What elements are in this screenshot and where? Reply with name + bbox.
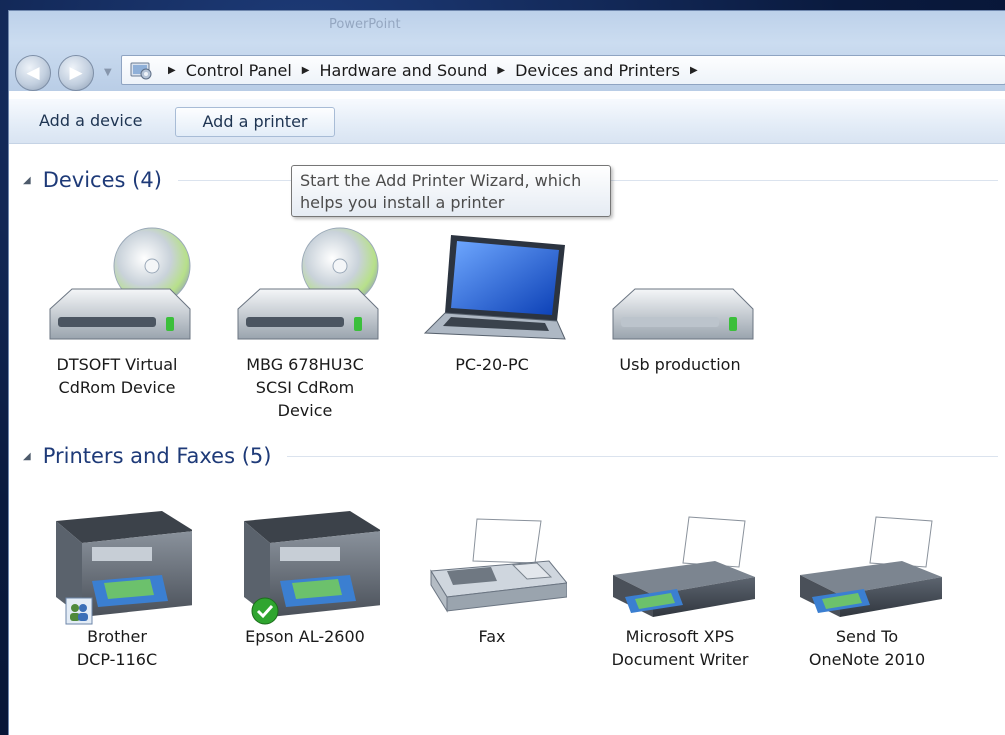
command-bar: Add a device Add a printer (9, 99, 1005, 144)
forward-button[interactable]: ▶ (58, 55, 94, 91)
back-arrow-icon: ◀ (26, 63, 40, 83)
device-label: PC-20-PC (455, 355, 529, 374)
section-divider (287, 455, 998, 457)
drive-icon (612, 288, 754, 340)
shared-users-badge-icon (65, 597, 93, 625)
breadcrumb-control-panel[interactable]: Control Panel (186, 61, 292, 80)
device-label: Usb production (619, 355, 741, 374)
printer-label: Microsoft XPS Document Writer (611, 627, 749, 669)
cdrom-drive-icon (49, 227, 191, 340)
device-item[interactable]: MBG 678HU3C SCSI CdRom Device (223, 221, 387, 422)
printer-item[interactable]: Microsoft XPS Document Writer (598, 501, 762, 671)
device-label: MBG 678HU3C SCSI CdRom Device (246, 355, 364, 420)
printer-item[interactable]: Brother DCP-116C (35, 501, 199, 671)
device-item[interactable]: DTSOFT Virtual CdRom Device (35, 221, 199, 399)
breadcrumb-separator-icon[interactable]: ▶ (168, 65, 176, 76)
back-button[interactable]: ◀ (15, 55, 51, 91)
devices-section-title: Devices (4) (42, 168, 162, 192)
printer-label: Epson AL-2600 (245, 627, 365, 646)
device-label: DTSOFT Virtual CdRom Device (56, 355, 178, 397)
recent-pages-dropdown[interactable]: ▼ (104, 67, 112, 78)
printer-item[interactable]: Fax (410, 501, 574, 648)
printer-label: Brother DCP-116C (76, 627, 158, 669)
breadcrumb-devices-and-printers[interactable]: Devices and Printers (515, 61, 680, 80)
breadcrumb-separator-icon[interactable]: ▶ (497, 65, 505, 76)
control-panel-icon (128, 59, 154, 81)
breadcrumb-separator-icon[interactable]: ▶ (690, 65, 698, 76)
printers-section-header[interactable]: ◢ Printers and Faxes (5) (23, 441, 998, 471)
collapse-triangle-icon[interactable]: ◢ (23, 451, 31, 462)
forward-arrow-icon: ▶ (69, 63, 83, 83)
printer-item[interactable]: Send To OneNote 2010 (785, 501, 949, 671)
add-printer-button[interactable]: Add a printer (175, 107, 335, 137)
explorer-window: PowerPoint ◀ ▶ ▼ ▶ Control Panel ▶ Hardw… (8, 10, 1005, 735)
add-device-button[interactable]: Add a device (27, 107, 155, 137)
printers-section-title: Printers and Faxes (5) (42, 444, 272, 468)
printer-label: Send To OneNote 2010 (808, 627, 926, 669)
printer-icon (613, 516, 755, 617)
device-item[interactable]: Usb production (598, 221, 762, 376)
window-title: PowerPoint (329, 17, 401, 32)
printer-label: Fax (478, 627, 506, 646)
collapse-triangle-icon[interactable]: ◢ (23, 175, 31, 186)
default-checkmark-badge-icon (251, 597, 279, 625)
laptop-icon (423, 235, 566, 340)
add-printer-tooltip: Start the Add Printer Wizard, which help… (291, 165, 611, 217)
title-bar: PowerPoint ◀ ▶ ▼ ▶ Control Panel ▶ Hardw… (9, 11, 1005, 91)
device-item[interactable]: PC-20-PC (410, 221, 574, 376)
fax-icon (430, 518, 567, 613)
printer-icon (800, 516, 942, 617)
breadcrumb-separator-icon[interactable]: ▶ (302, 65, 310, 76)
printer-item[interactable]: Epson AL-2600 (223, 501, 387, 648)
address-bar[interactable]: ▶ Control Panel ▶ Hardware and Sound ▶ D… (121, 55, 1005, 85)
breadcrumb-hardware-and-sound[interactable]: Hardware and Sound (320, 61, 488, 80)
cdrom-drive-icon (237, 227, 379, 340)
